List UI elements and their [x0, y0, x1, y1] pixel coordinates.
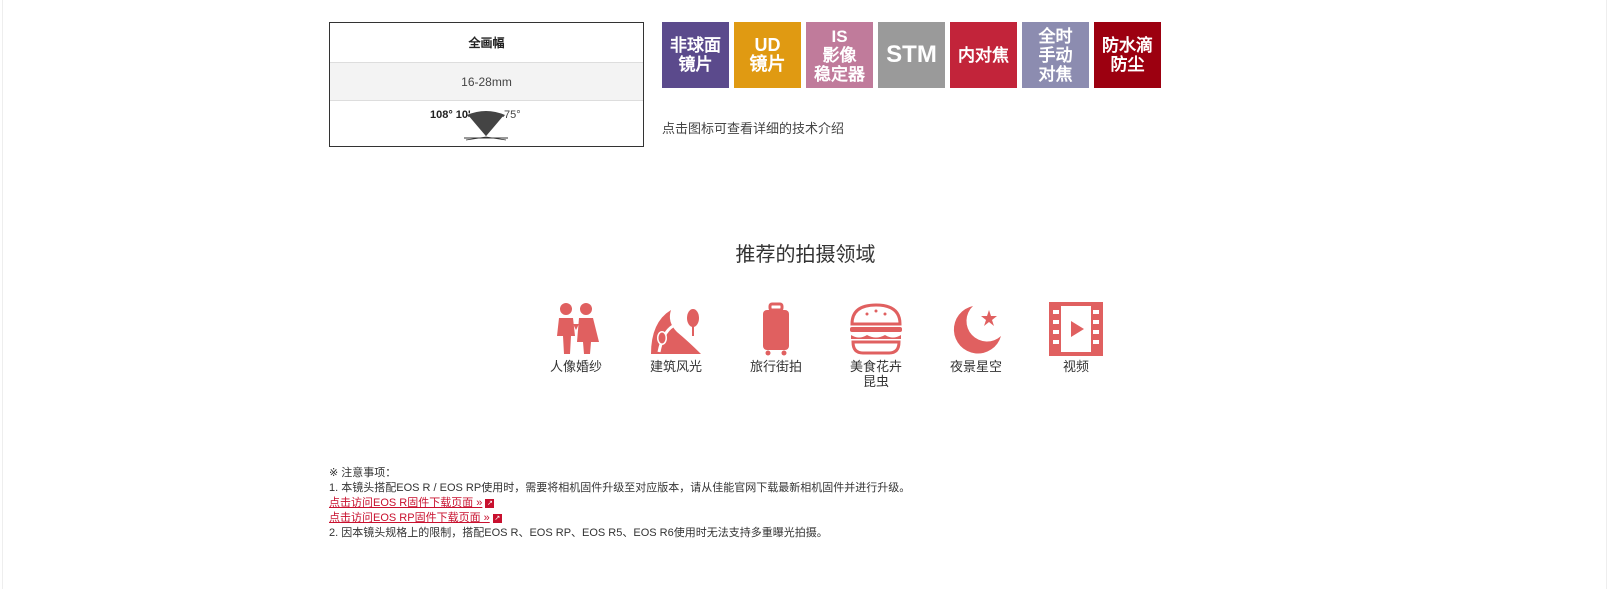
scene-label: 建筑风光: [649, 359, 702, 374]
moon-star-icon: [953, 306, 1001, 354]
notes-item-2: 2. 因本镜头规格上的限制，搭配EOS R、EOS RP、EOS R5、EOS …: [329, 527, 828, 539]
notes-heading: ※ 注意事项：: [329, 467, 397, 479]
badge-hint: 点击图标可查看详细的技术介绍: [662, 121, 845, 136]
focal-length: 16-28mm: [330, 63, 643, 101]
badge-ud[interactable]: UD 镜片: [734, 22, 801, 88]
burger-icon: [850, 303, 902, 355]
badge-full-time-mf[interactable]: 全时 手动 对焦: [1022, 22, 1089, 88]
external-link-icon: ↗: [485, 498, 495, 508]
scene-food[interactable]: 美食花卉 昆虫: [826, 302, 926, 389]
scene-label: 旅行街拍: [749, 359, 802, 374]
scene-label: 夜景星空: [949, 359, 1002, 374]
suitcase-icon: [763, 302, 789, 356]
external-link-icon: ↗: [492, 513, 502, 523]
badge-stm[interactable]: STM: [878, 22, 945, 88]
badge-inner-focus[interactable]: 内对焦: [950, 22, 1017, 88]
scene-portrait[interactable]: 人像婚纱: [526, 302, 626, 389]
badge-aspherical[interactable]: 非球面 镜片: [662, 22, 729, 88]
landscape-icon: [651, 309, 701, 354]
frame-type: 全画幅: [330, 23, 643, 63]
couple-icon: [557, 303, 599, 354]
notes: ※ 注意事项： 1. 本镜头搭配EOS R / EOS RP使用时，需要将相机固…: [329, 466, 910, 541]
firmware-link-eos-r[interactable]: 点击访问EOS R固件下载页面 »: [329, 497, 482, 509]
scene-travel[interactable]: 旅行街拍: [726, 302, 826, 389]
scene-video[interactable]: 视频: [1026, 302, 1126, 389]
feature-badges: 非球面 镜片 UD 镜片 IS 影像 稳定器 STM 内对焦 全时 手动 对焦 …: [662, 22, 1161, 88]
scene-list: 人像婚纱 建筑风光 旅行街拍 美食花卉 昆虫 夜景星空 视频: [526, 302, 1126, 389]
spec-table: 全画幅 16-28mm 108° 10' 75°: [329, 22, 644, 147]
scene-night[interactable]: 夜景星空: [926, 302, 1026, 389]
section-title: 推荐的拍摄领域: [735, 244, 876, 266]
angle-of-view: 108° 10' 75°: [330, 101, 643, 148]
badge-is[interactable]: IS 影像 稳定器: [806, 22, 873, 88]
firmware-link-eos-rp[interactable]: 点击访问EOS RP固件下载页面 »: [329, 512, 490, 524]
angle-of-view-icon: [464, 111, 508, 141]
scene-label: 视频: [1062, 359, 1089, 374]
film-icon: [1049, 302, 1103, 356]
scene-label: 人像婚纱: [549, 359, 602, 374]
scene-label: 美食花卉 昆虫: [849, 359, 902, 389]
scene-architecture[interactable]: 建筑风光: [626, 302, 726, 389]
badge-weather-sealing[interactable]: 防水滴 防尘: [1094, 22, 1161, 88]
notes-item-1: 1. 本镜头搭配EOS R / EOS RP使用时，需要将相机固件升级至对应版本…: [329, 482, 911, 494]
